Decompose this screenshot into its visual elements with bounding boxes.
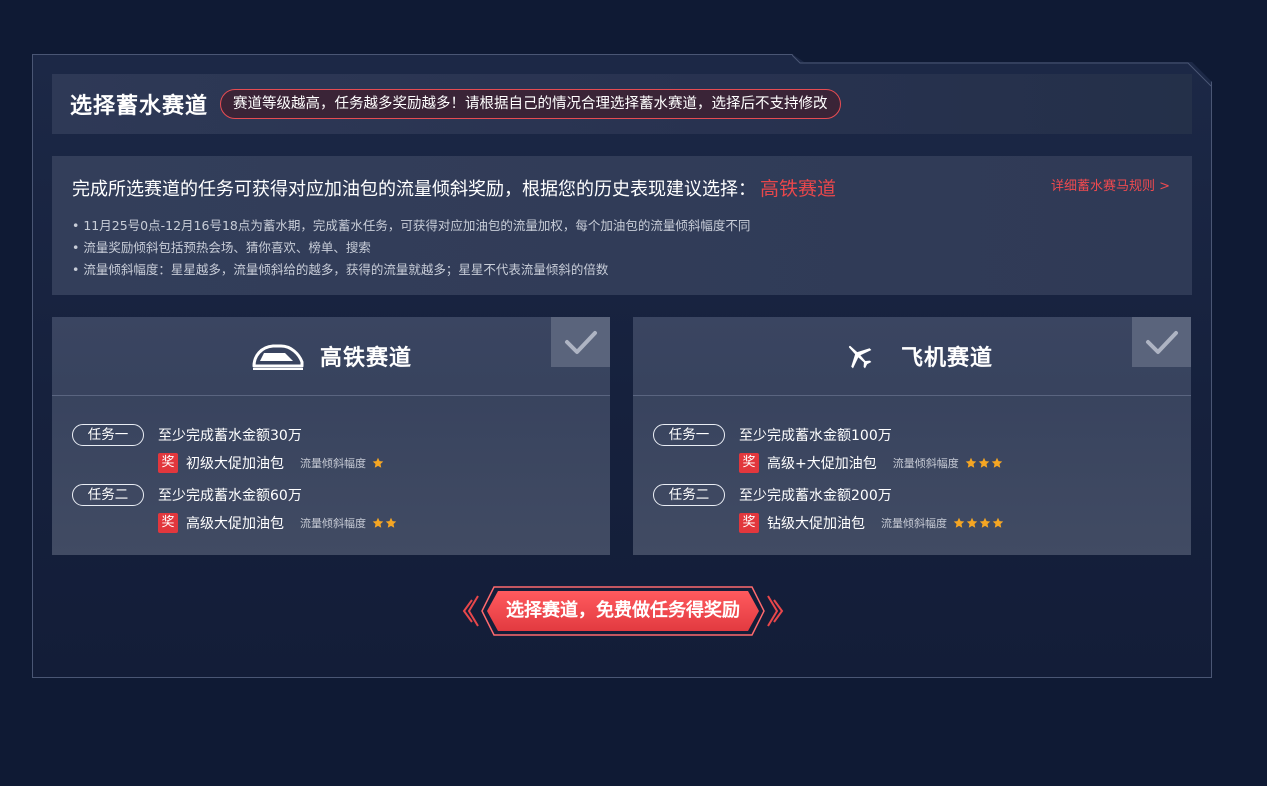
- star-icon: [372, 517, 384, 528]
- star-icon: [372, 457, 384, 468]
- track-card-header: 飞机赛道: [633, 317, 1191, 396]
- suggested-track: 高铁赛道: [760, 178, 837, 200]
- rules-link[interactable]: 详细蓄水赛马规则 >: [1051, 175, 1170, 194]
- train-icon: [250, 339, 306, 373]
- star-rating: [965, 457, 1003, 469]
- star-icon: [992, 517, 1004, 528]
- modal-header: 选择蓄水赛道 赛道等级越高，任务越多奖励越多！请根据自己的情况合理选择蓄水赛道，…: [52, 74, 1192, 134]
- header-tip-badge: 赛道等级越高，任务越多奖励越多！请根据自己的情况合理选择蓄水赛道，选择后不支持修…: [220, 89, 841, 119]
- task-description: 至少完成蓄水金额60万: [158, 488, 302, 504]
- award-name: 高级大促加油包: [186, 516, 284, 532]
- star-rating: [953, 517, 1004, 529]
- award-name: 高级+大促加油包: [767, 456, 877, 472]
- check-icon: [564, 331, 597, 354]
- task-badge: 任务二: [72, 484, 144, 506]
- check-icon: [1145, 331, 1178, 354]
- select-checkbox[interactable]: [551, 317, 610, 367]
- task-badge: 任务一: [653, 424, 725, 446]
- award-name: 初级大促加油包: [186, 456, 284, 472]
- star-icon: [978, 457, 989, 468]
- slope-label: 流量倾斜幅度: [300, 457, 366, 470]
- task-list: 任务一 至少完成蓄水金额30万 奖 初级大促加油包 流量倾斜幅度 任务二 至少完…: [52, 396, 610, 534]
- info-panel: 完成所选赛道的任务可获得对应加油包的流量倾斜奖励，根据您的历史表现建议选择： 高…: [52, 156, 1192, 295]
- info-bullet-list: 11月25号0点-12月16号18点为蓄水期，完成蓄水任务，可获得对应加油包的流…: [72, 215, 1172, 281]
- track-title: 飞机赛道: [900, 346, 993, 371]
- task-description: 至少完成蓄水金额30万: [158, 428, 302, 444]
- star-icon: [966, 517, 978, 528]
- select-track-cta-button[interactable]: 选择赛道，免费做任务得奖励: [460, 584, 786, 638]
- star-icon: [953, 517, 965, 528]
- star-icon: [965, 457, 976, 468]
- slope-label: 流量倾斜幅度: [892, 457, 959, 470]
- track-card-airplane[interactable]: 飞机赛道 任务一 至少完成蓄水金额100万 奖 高级+大促加油包 流量倾斜幅度 …: [633, 317, 1191, 555]
- modal-title: 选择蓄水赛道: [70, 94, 209, 119]
- task-description: 至少完成蓄水金额100万: [739, 428, 892, 444]
- award-name: 钻级大促加油包: [767, 516, 865, 532]
- info-bullet: 流量倾斜幅度：星星越多，流量倾斜给的越多，获得的流量就越多；星星不代表流量倾斜的…: [72, 259, 1172, 281]
- star-rating: [372, 517, 397, 529]
- info-bullet: 流量奖励倾斜包括预热会场、猜你喜欢、榜单、搜索: [72, 237, 1172, 259]
- task-badge: 任务一: [72, 424, 144, 446]
- slope-label: 流量倾斜幅度: [300, 517, 366, 530]
- star-icon: [979, 517, 991, 528]
- track-title: 高铁赛道: [319, 346, 412, 371]
- task-badge: 任务二: [653, 484, 725, 506]
- select-checkbox[interactable]: [1132, 317, 1191, 367]
- task-list: 任务一 至少完成蓄水金额100万 奖 高级+大促加油包 流量倾斜幅度 任务二 至…: [633, 396, 1191, 534]
- task-item: 任务二 至少完成蓄水金额60万 奖 高级大促加油包 流量倾斜幅度: [72, 484, 610, 534]
- award-tag: 奖: [739, 453, 759, 473]
- airplane-icon: [831, 339, 887, 373]
- info-headline: 完成所选赛道的任务可获得对应加油包的流量倾斜奖励，根据您的历史表现建议选择： 高…: [72, 174, 1172, 201]
- cta-label: 选择赛道，免费做任务得奖励: [506, 600, 740, 621]
- task-item: 任务一 至少完成蓄水金额30万 奖 初级大促加油包 流量倾斜幅度: [72, 424, 610, 474]
- star-icon: [385, 517, 397, 528]
- info-headline-text: 完成所选赛道的任务可获得对应加油包的流量倾斜奖励，根据您的历史表现建议选择：: [72, 179, 756, 200]
- track-card-high-speed-rail[interactable]: 高铁赛道 任务一 至少完成蓄水金额30万 奖 初级大促加油包 流量倾斜幅度 任务…: [52, 317, 610, 555]
- award-tag: 奖: [158, 513, 178, 533]
- task-item: 任务一 至少完成蓄水金额100万 奖 高级+大促加油包 流量倾斜幅度: [653, 424, 1191, 474]
- info-bullet: 11月25号0点-12月16号18点为蓄水期，完成蓄水任务，可获得对应加油包的流…: [72, 215, 1172, 237]
- award-tag: 奖: [158, 453, 178, 473]
- star-rating: [372, 457, 384, 469]
- star-icon: [991, 457, 1002, 468]
- track-card-header: 高铁赛道: [52, 317, 610, 396]
- award-tag: 奖: [739, 513, 759, 533]
- slope-label: 流量倾斜幅度: [881, 517, 947, 530]
- task-item: 任务二 至少完成蓄水金额200万 奖 钻级大促加油包 流量倾斜幅度: [653, 484, 1191, 534]
- task-description: 至少完成蓄水金额200万: [739, 488, 892, 504]
